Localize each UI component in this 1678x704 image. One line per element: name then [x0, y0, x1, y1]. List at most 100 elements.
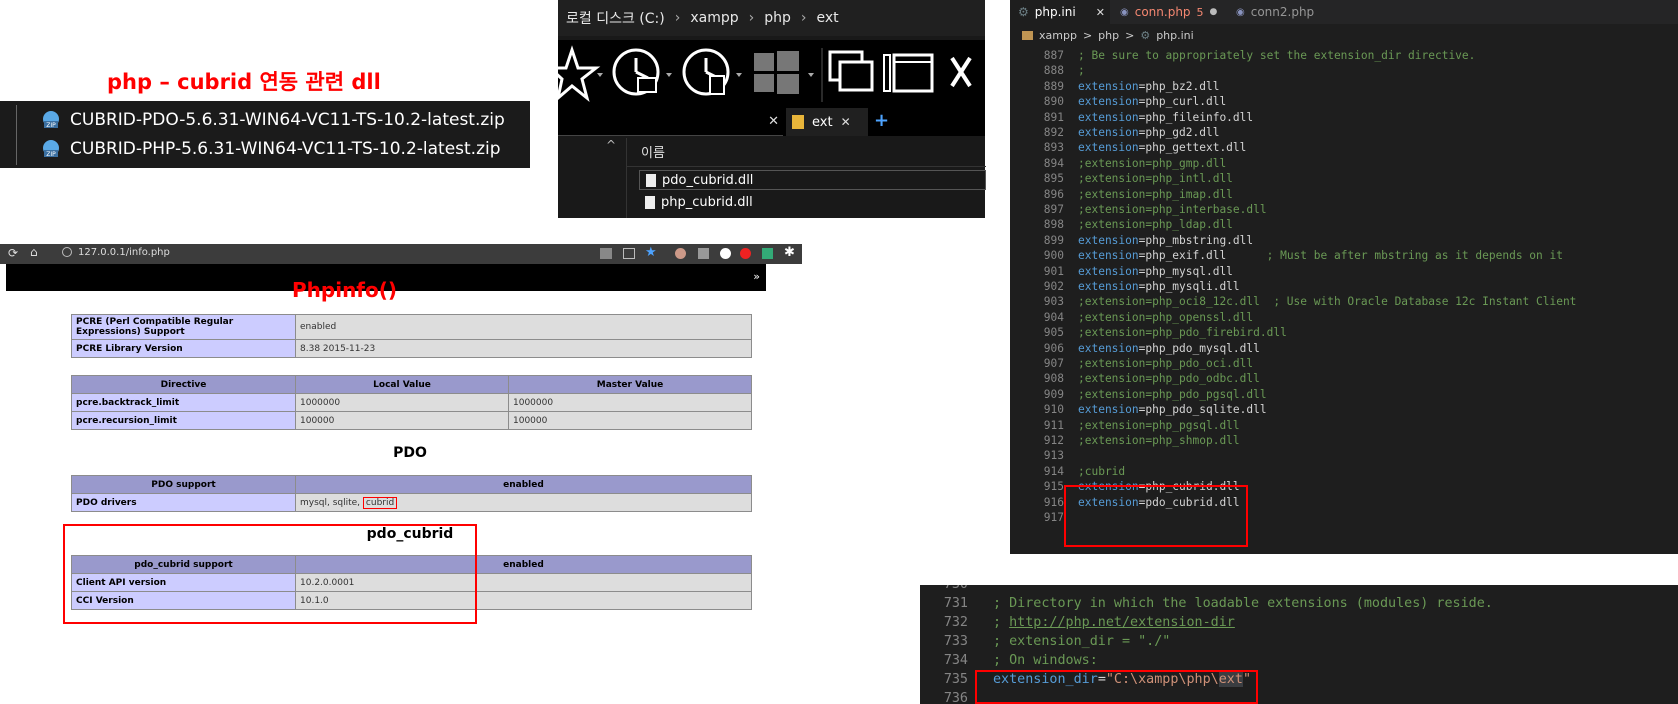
code-line[interactable]: 899 extension=php_mbstring.dll: [1010, 233, 1678, 249]
code-line[interactable]: 901 extension=php_mysql.dll: [1010, 264, 1678, 280]
code-line[interactable]: 902 extension=php_mysqli.dll: [1010, 279, 1678, 295]
code-line[interactable]: 896 ;extension=php_imap.dll: [1010, 187, 1678, 203]
code-text: ; extension_dir = "./": [993, 632, 1170, 652]
tab-ext[interactable]: ext ✕: [786, 108, 868, 136]
code-line[interactable]: 732; http://php.net/extension-dir: [920, 613, 1678, 633]
code-line[interactable]: 890 extension=php_curl.dll: [1010, 94, 1678, 110]
address-breadcrumb[interactable]: 로컬 디스크 (C:) › xampp › php › ext: [558, 0, 985, 36]
code-token: ; Directory in which the loadable extens…: [993, 596, 1493, 611]
code-line[interactable]: 887 ; Be sure to appropriately set the ex…: [1010, 48, 1678, 64]
list-item[interactable]: ZIP CUBRID-PHP-5.6.31-WIN64-VC11-TS-10.2…: [40, 135, 501, 163]
tab-close-icon[interactable]: ✕: [1096, 6, 1105, 19]
url-field[interactable]: 127.0.0.1/info.php: [78, 247, 170, 258]
code-area[interactable]: 887 ; Be sure to appropriately set the ex…: [1010, 48, 1678, 554]
code-line[interactable]: 914 ;cubrid: [1010, 464, 1678, 480]
windows-logo-icon[interactable]: [754, 51, 814, 94]
file-item[interactable]: pdo_cubrid.dll: [639, 170, 986, 190]
clock-document-icon[interactable]: [682, 48, 742, 96]
code-text: extension=php_exif.dll ; Must be after m…: [1078, 248, 1563, 264]
code-line[interactable]: 888;: [1010, 63, 1678, 79]
info-icon[interactable]: [62, 247, 72, 257]
extension-icon[interactable]: [740, 248, 751, 259]
breadcrumb-item[interactable]: ext: [816, 10, 838, 26]
code-line[interactable]: 907 ;extension=php_pdo_oci.dll: [1010, 356, 1678, 372]
side-by-side-windows-icon[interactable]: [883, 53, 934, 93]
navigation-pane: ^: [558, 138, 626, 218]
pdo-drivers-list: mysql, sqlite,: [300, 497, 361, 508]
breadcrumb-item[interactable]: xampp: [1039, 29, 1077, 42]
table-cell: 100000: [295, 411, 509, 430]
code-line[interactable]: 900 extension=php_exif.dll ; Must be afte…: [1010, 248, 1678, 264]
bookmark-star-icon[interactable]: ★: [645, 245, 657, 260]
code-token: extension: [1078, 264, 1139, 278]
code-editor-snippet: 730731; Directory in which the loadable …: [920, 585, 1678, 704]
code-line[interactable]: 733 ; extension_dir = "./": [920, 632, 1678, 652]
search-box[interactable]: ✕: [558, 108, 783, 136]
tab-close-icon[interactable]: ✕: [841, 115, 851, 129]
clock-folder-icon[interactable]: [612, 48, 672, 96]
list-item[interactable]: ZIP CUBRID-PDO-5.6.31-WIN64-VC11-TS-10.2…: [40, 106, 505, 134]
add-tab-icon[interactable]: +: [874, 110, 889, 131]
code-token: ;extension=php_pdo_firebird.dll: [1078, 326, 1287, 340]
code-line[interactable]: 906 extension=php_pdo_mysql.dll: [1010, 341, 1678, 357]
code-text: extension=php_pdo_mysql.dll: [1078, 341, 1260, 357]
code-line[interactable]: 731 ; Directory in which the loadable ext…: [920, 594, 1678, 614]
shield-icon[interactable]: [698, 248, 709, 259]
code-line[interactable]: 897 ;extension=php_interbase.dll: [1010, 202, 1678, 218]
chevron-right-icon: ›: [674, 10, 681, 26]
code-line[interactable]: 909 ;extension=php_pdo_pgsql.dll: [1010, 387, 1678, 403]
star-icon[interactable]: [546, 45, 603, 103]
line-number: 890: [1043, 95, 1064, 109]
code-token: =php_pdo_sqlite.dll: [1138, 403, 1267, 417]
table-cell: PCRE (Perl Compatible Regular Expression…: [71, 314, 296, 340]
chevron-up-icon[interactable]: ^: [606, 138, 616, 152]
code-text: extension=php_mysql.dll: [1078, 264, 1233, 280]
code-line[interactable]: 908 ;extension=php_pdo_odbc.dll: [1010, 371, 1678, 387]
line-number: 911: [1043, 418, 1064, 432]
extension-icon[interactable]: [762, 248, 773, 259]
code-line[interactable]: 904 ;extension=php_openssl.dll: [1010, 310, 1678, 326]
code-line[interactable]: 905 ;extension=php_pdo_firebird.dll: [1010, 325, 1678, 341]
puzzle-icon[interactable]: ✱: [784, 245, 795, 260]
code-line[interactable]: 895 ;extension=php_intl.dll: [1010, 171, 1678, 187]
code-token: extension: [1078, 141, 1139, 155]
code-line[interactable]: 891 extension=php_fileinfo.dll: [1010, 110, 1678, 126]
code-line[interactable]: 893 extension=php_gettext.dll: [1010, 140, 1678, 156]
translate-icon[interactable]: [600, 248, 612, 259]
breadcrumb-item[interactable]: php.ini: [1156, 29, 1194, 42]
breadcrumb-item[interactable]: 로컬 디스크 (C:): [566, 8, 665, 28]
extension-icon[interactable]: [720, 248, 731, 259]
reload-icon[interactable]: ⟳: [8, 246, 18, 260]
code-line[interactable]: 913: [1010, 448, 1678, 464]
cascade-windows-icon[interactable]: [828, 50, 874, 92]
table-cell: enabled: [295, 314, 752, 340]
column-header-name[interactable]: 이름: [641, 142, 665, 161]
breadcrumb-item[interactable]: php: [1098, 29, 1119, 42]
home-icon[interactable]: ⌂: [30, 245, 38, 259]
expand-icon[interactable]: »: [753, 270, 760, 283]
extension-icon[interactable]: [675, 248, 686, 259]
breadcrumb-item[interactable]: xampp: [690, 10, 738, 26]
code-line[interactable]: 889 extension=php_bz2.dll: [1010, 79, 1678, 95]
column-header: Local Value: [295, 375, 509, 394]
code-line[interactable]: 898 ;extension=php_ldap.dll: [1010, 217, 1678, 233]
code-text: extension=php_pdo_sqlite.dll: [1078, 402, 1267, 418]
table-header-row: PDO support enabled: [71, 475, 752, 494]
code-line[interactable]: 892 extension=php_gd2.dll: [1010, 125, 1678, 141]
file-item[interactable]: php_cubrid.dll: [639, 192, 986, 212]
share-icon[interactable]: [623, 248, 635, 259]
line-number: 736: [943, 691, 968, 704]
code-line[interactable]: 894 ;extension=php_gmp.dll: [1010, 156, 1678, 172]
code-line[interactable]: 734 ; On windows:: [920, 651, 1678, 671]
unsaved-dot-icon[interactable]: ●: [1210, 7, 1218, 17]
clear-search-icon[interactable]: ✕: [768, 114, 779, 129]
tab-conn-php[interactable]: ◉ conn.php 5 ●: [1112, 0, 1222, 24]
close-icon[interactable]: [950, 56, 972, 88]
tab-conn2-php[interactable]: ◉ conn2.php: [1228, 0, 1328, 24]
code-line[interactable]: 903 ;extension=php_oci8_12c.dll ; Use wit…: [1010, 294, 1678, 310]
code-line[interactable]: 910 extension=php_pdo_sqlite.dll: [1010, 402, 1678, 418]
code-line[interactable]: 911 ;extension=php_pgsql.dll: [1010, 418, 1678, 434]
tab-php-ini[interactable]: ⚙ php.ini ✕: [1010, 0, 1110, 24]
breadcrumb-item[interactable]: php: [764, 10, 791, 26]
code-line[interactable]: 912 ;extension=php_shmop.dll: [1010, 433, 1678, 449]
